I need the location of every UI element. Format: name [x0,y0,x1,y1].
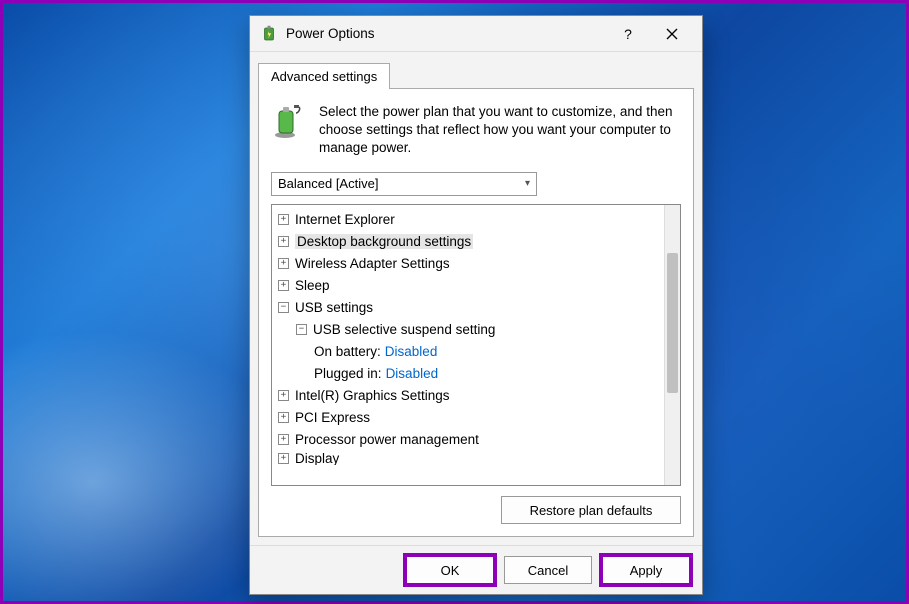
tab-advanced-settings[interactable]: Advanced settings [258,63,390,89]
restore-row: Restore plan defaults [271,496,681,524]
tree-item-usb-selective-suspend[interactable]: −USB selective suspend setting [272,319,664,341]
tree-item-pci-express[interactable]: +PCI Express [272,407,664,429]
plugged-in-value[interactable]: Disabled [386,366,439,381]
collapse-icon[interactable]: − [296,324,307,335]
close-icon [666,28,678,40]
expand-icon[interactable]: + [278,258,289,269]
apply-button[interactable]: Apply [602,556,690,584]
restore-defaults-button[interactable]: Restore plan defaults [501,496,681,524]
dialog-footer: OK Cancel Apply [250,545,702,594]
power-icon [260,25,278,43]
tree-item-internet-explorer[interactable]: +Internet Explorer [272,209,664,231]
tree-item-desktop-background[interactable]: +Desktop background settings [272,231,664,253]
on-battery-value[interactable]: Disabled [385,344,438,359]
scrollbar[interactable] [664,205,680,485]
expand-icon[interactable]: + [278,280,289,291]
tabs-row: Advanced settings [250,52,702,88]
settings-tree-box: +Internet Explorer +Desktop background s… [271,204,681,486]
settings-tree[interactable]: +Internet Explorer +Desktop background s… [272,205,664,485]
power-plan-select[interactable]: Balanced [Active] ▾ [271,172,537,196]
expand-icon[interactable]: + [278,453,289,464]
battery-power-icon [271,103,307,139]
header-row: Select the power plan that you want to c… [271,103,681,158]
tab-panel: Select the power plan that you want to c… [258,88,694,537]
chevron-down-icon: ▾ [525,178,530,189]
selected-plan-label: Balanced [Active] [278,176,378,191]
tree-item-display[interactable]: +Display [272,451,664,465]
window-title: Power Options [286,26,606,41]
expand-icon[interactable]: + [278,412,289,423]
expand-icon[interactable]: + [278,236,289,247]
scrollbar-thumb[interactable] [667,253,678,393]
tree-item-wireless-adapter[interactable]: +Wireless Adapter Settings [272,253,664,275]
close-button[interactable] [650,18,694,50]
power-options-dialog: Power Options ? Advanced settings Select… [249,15,703,595]
expand-icon[interactable]: + [278,214,289,225]
tree-item-plugged-in[interactable]: Plugged in:Disabled [272,363,664,385]
expand-icon[interactable]: + [278,390,289,401]
ok-button[interactable]: OK [406,556,494,584]
titlebar: Power Options ? [250,16,702,52]
cancel-button[interactable]: Cancel [504,556,592,584]
tree-item-processor-power[interactable]: +Processor power management [272,429,664,451]
tree-item-intel-graphics[interactable]: +Intel(R) Graphics Settings [272,385,664,407]
header-instruction: Select the power plan that you want to c… [319,103,681,158]
tree-item-on-battery[interactable]: On battery:Disabled [272,341,664,363]
help-button[interactable]: ? [606,18,650,50]
collapse-icon[interactable]: − [278,302,289,313]
tree-item-usb-settings[interactable]: −USB settings [272,297,664,319]
tree-item-sleep[interactable]: +Sleep [272,275,664,297]
expand-icon[interactable]: + [278,434,289,445]
